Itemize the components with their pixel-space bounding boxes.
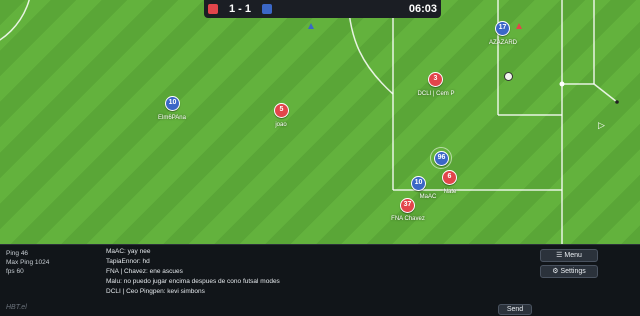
chat-message: DCLI | Ceo Pingpen: kevi simbons xyxy=(106,288,205,295)
match-clock: 06:03 xyxy=(408,3,437,15)
home-team-color xyxy=(208,4,218,14)
ball xyxy=(504,72,513,81)
fps-stat: fps 60 xyxy=(6,268,24,275)
gear-icon: ⚙ xyxy=(552,268,559,275)
player-name: joao xyxy=(275,122,287,128)
max-ping-stat: Max Ping 1024 xyxy=(6,259,50,266)
player-token-controlled: 96 xyxy=(430,147,452,169)
player-token: 17 xyxy=(495,21,510,36)
player-token: 10 xyxy=(411,176,426,191)
kickoff-marker-red xyxy=(516,23,522,29)
ping-stat: Ping 46 xyxy=(6,250,29,257)
settings-button[interactable]: ⚙ Settings xyxy=(540,265,598,278)
player-token: 5 xyxy=(274,103,289,118)
player-token: 6 xyxy=(442,170,457,185)
settings-button-label: Settings xyxy=(560,268,586,275)
menu-button-label: Menu xyxy=(564,252,582,259)
game-logo: HBT.el xyxy=(6,304,27,311)
player-token: 10 xyxy=(165,96,180,111)
player-token: 37 xyxy=(400,198,415,213)
player-name: DCLI | Cem P xyxy=(417,91,455,97)
player-name: AZAZARD xyxy=(488,40,518,46)
scoreboard: 1 - 1 06:03 xyxy=(204,0,441,18)
send-button[interactable]: Send xyxy=(498,304,532,315)
player-name: FNA Chavez xyxy=(391,216,425,222)
chat-message: MaAC: yay nee xyxy=(106,248,151,255)
away-team-color xyxy=(262,4,272,14)
chat-message: Malu: no puedo jugar encima despues de c… xyxy=(106,278,280,285)
pitch: 10 Elm6PAna 5 joao 3 DCLI | Cem P 17 AZA… xyxy=(0,0,640,244)
list-icon: ☰ xyxy=(556,252,563,259)
kickoff-marker-blue xyxy=(308,23,314,29)
player-token: 3 xyxy=(428,72,443,87)
bottom-panel: Ping 46 Max Ping 1024 fps 60 MaAC: yay n… xyxy=(0,244,640,316)
menu-button[interactable]: ☰ Menu xyxy=(540,249,598,262)
chat-message: TapiaEnnor: hd xyxy=(106,258,150,265)
player-name: Elm6PAna xyxy=(158,115,186,121)
score: 1 - 1 xyxy=(228,3,251,15)
chat-message: FNA | Chavez: ene ascues xyxy=(106,268,183,275)
player-name: Nate xyxy=(443,189,457,195)
pitch-lines xyxy=(0,0,619,244)
pointer-icon: ▷ xyxy=(598,120,605,130)
player-name: MaAC xyxy=(419,194,437,200)
